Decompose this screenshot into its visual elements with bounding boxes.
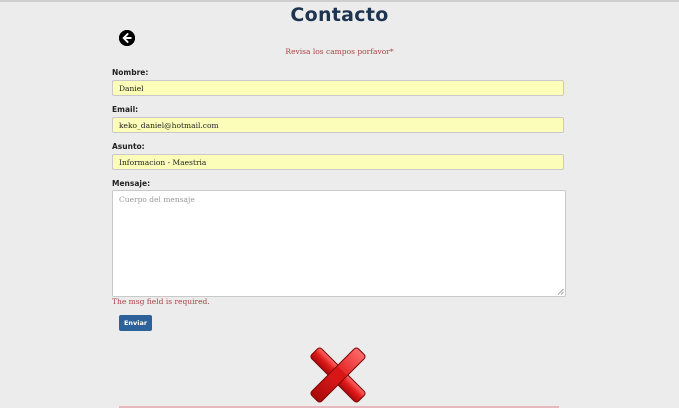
enviar-button[interactable]: Enviar <box>119 315 152 331</box>
arrow-left-circle-icon <box>119 30 135 46</box>
top-border <box>0 0 679 2</box>
page-title: Contacto <box>290 4 389 26</box>
mensaje-placeholder: Cuerpo del mensaje <box>119 195 195 204</box>
red-x-icon <box>310 347 366 403</box>
form-error-message: Revisa los campos porfavor* <box>285 47 394 56</box>
mensaje-error-message: The msg field is required. <box>112 297 210 306</box>
asunto-label: Asunto: <box>112 142 145 151</box>
email-label: Email: <box>112 105 139 114</box>
nombre-input[interactable]: Daniel <box>112 80 564 96</box>
nombre-label: Nombre: <box>112 68 149 77</box>
resize-handle-icon[interactable] <box>557 288 564 295</box>
mensaje-label: Mensaje: <box>112 179 151 188</box>
back-button[interactable] <box>119 30 135 46</box>
mensaje-textarea[interactable]: Cuerpo del mensaje <box>112 190 566 297</box>
email-input[interactable]: keko_daniel@hotmail.com <box>112 117 564 133</box>
asunto-input[interactable]: Informacion - Maestria <box>112 154 564 170</box>
